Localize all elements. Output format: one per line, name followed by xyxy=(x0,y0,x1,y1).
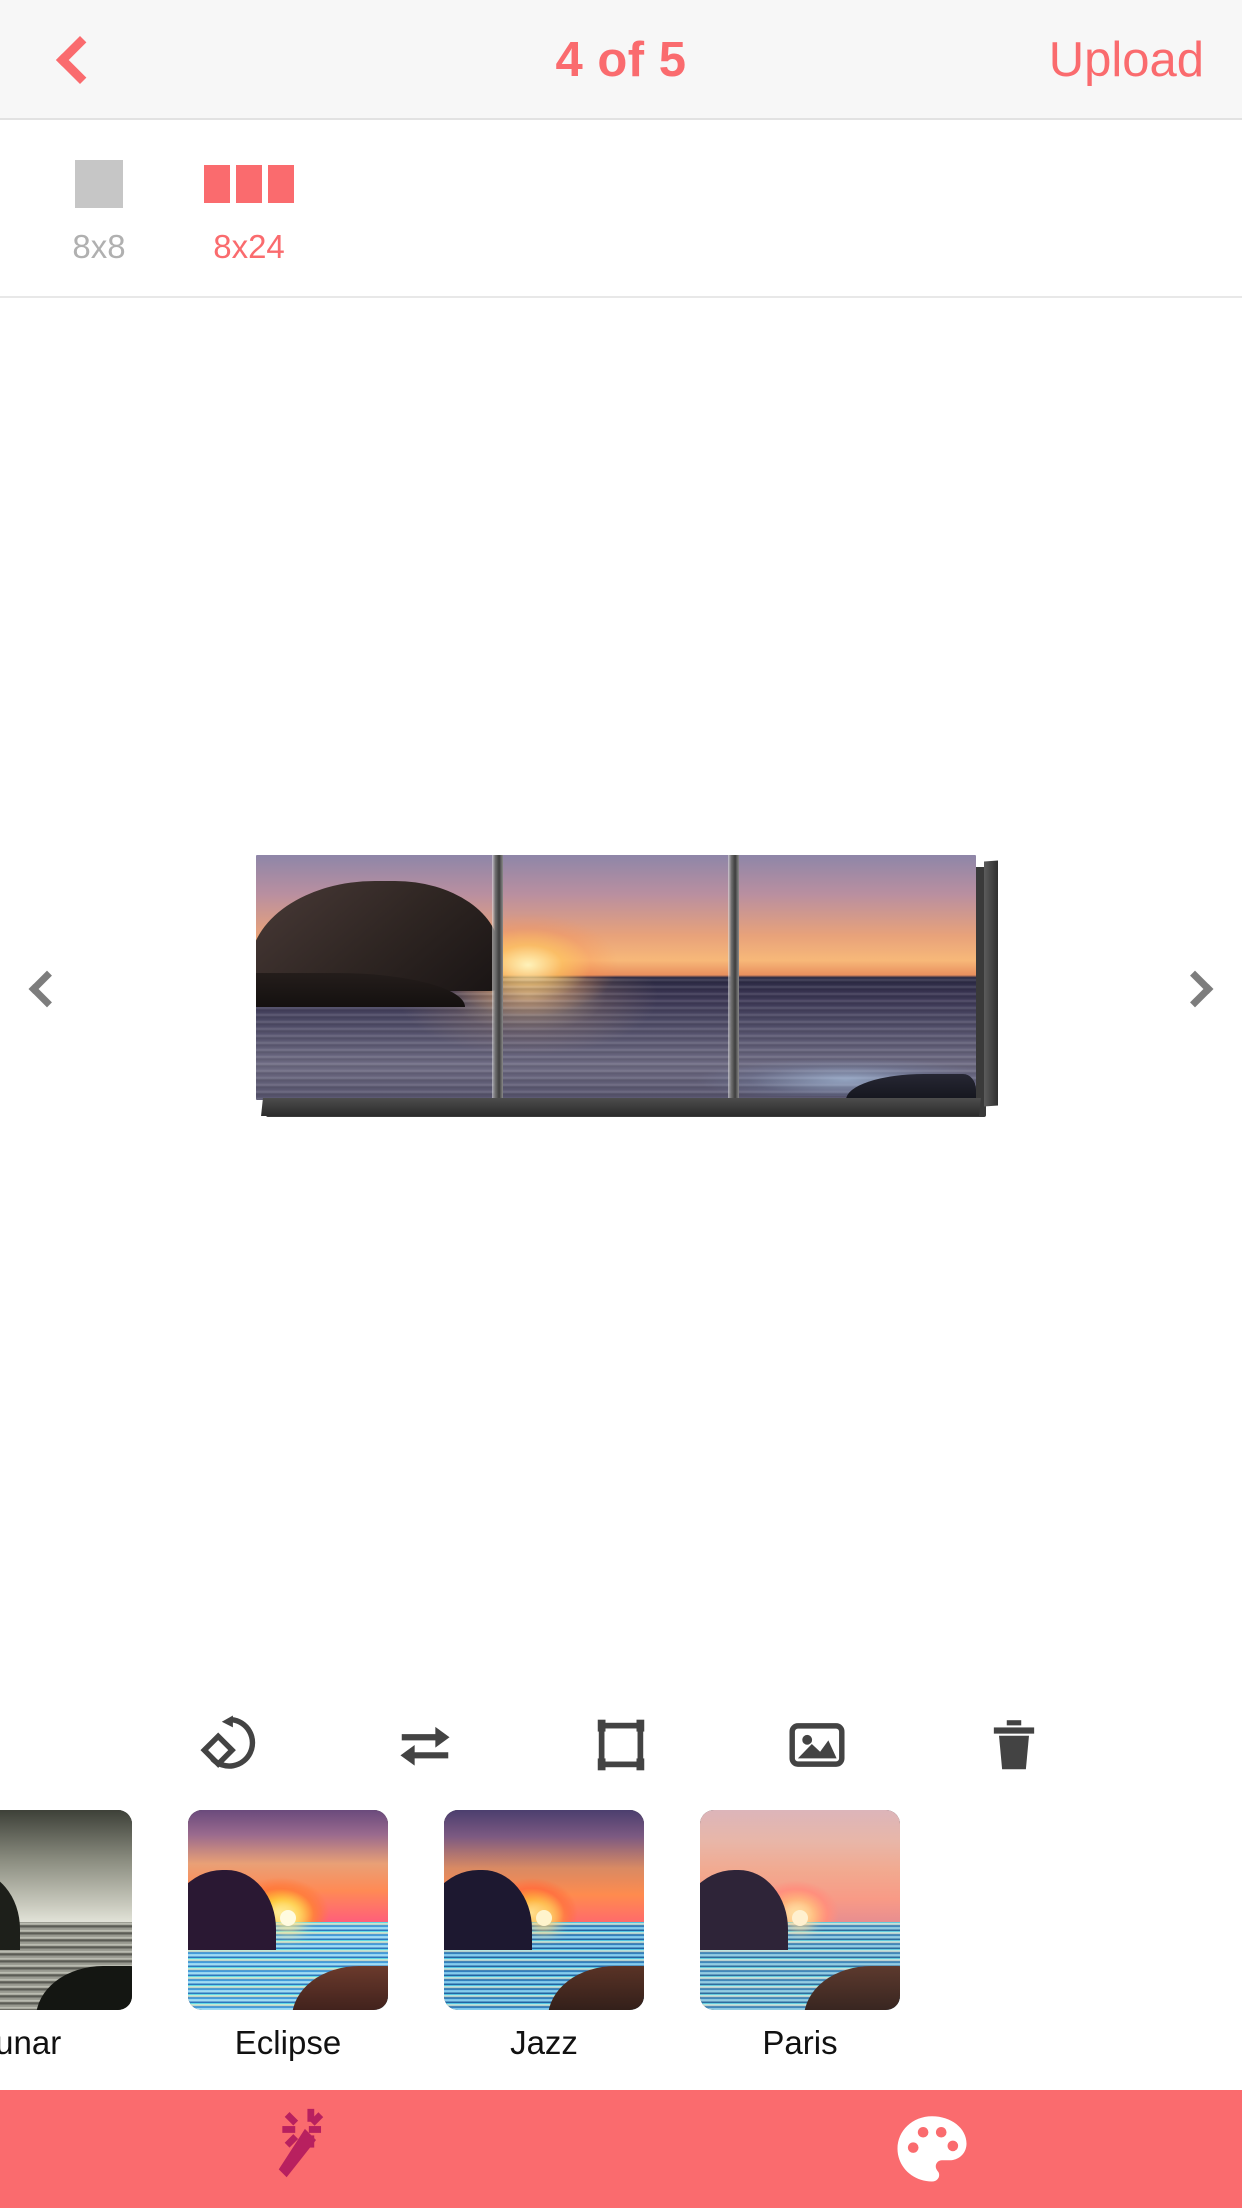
filter-thumbnail xyxy=(188,1810,388,2010)
crop-icon xyxy=(597,1719,645,1771)
panel-tile xyxy=(236,165,262,203)
filter-item-paris[interactable]: Paris xyxy=(700,1810,900,2062)
size-option-label: 8x24 xyxy=(213,228,285,265)
chevron-right-icon xyxy=(1176,970,1214,1008)
rotate-button[interactable] xyxy=(180,1697,276,1793)
filter-label: Lunar xyxy=(0,2024,62,2061)
filter-label: Eclipse xyxy=(234,2024,342,2061)
thumb-sun xyxy=(24,1910,40,1926)
upload-button[interactable]: Upload xyxy=(1049,0,1204,120)
filter-thumbnail xyxy=(0,1810,132,2010)
thumb-sun xyxy=(536,1910,552,1926)
panel-tile xyxy=(204,165,230,203)
canvas-bottom-edge xyxy=(261,1098,981,1116)
crop-button[interactable] xyxy=(573,1697,669,1793)
replace-image-icon xyxy=(789,1723,845,1767)
triptych-panel-glyph xyxy=(204,158,294,210)
bottom-action-bar xyxy=(0,2090,1242,2208)
auto-enhance-button[interactable] xyxy=(0,2106,621,2192)
rotate-icon xyxy=(200,1715,256,1769)
size-option-label: 8x8 xyxy=(72,228,126,265)
thumb-sun xyxy=(280,1910,296,1926)
filter-label: Paris xyxy=(762,2024,838,2061)
filter-strip[interactable]: Lunar Eclipse Jazz xyxy=(0,1810,1242,2090)
panel-tile xyxy=(75,160,123,208)
prev-image-button[interactable] xyxy=(8,954,78,1024)
size-option-8x8[interactable]: 8x8 xyxy=(24,158,174,266)
filter-item-jazz[interactable]: Jazz xyxy=(444,1810,644,2062)
canvas-artwork xyxy=(256,855,976,1100)
delete-icon xyxy=(993,1720,1034,1770)
single-panel-glyph xyxy=(75,158,123,210)
filter-label: Jazz xyxy=(510,2024,578,2061)
flip-button[interactable] xyxy=(377,1697,473,1793)
size-option-8x24[interactable]: 8x24 xyxy=(174,158,324,266)
filter-thumbnail xyxy=(700,1810,900,2010)
size-selector: 8x8 8x24 xyxy=(0,120,1242,298)
magic-wand-icon xyxy=(278,2108,323,2178)
edit-toolbar xyxy=(0,1680,1242,1810)
color-palette-button[interactable] xyxy=(621,2108,1242,2190)
delete-button[interactable] xyxy=(966,1697,1062,1793)
app-header: 4 of 5 Upload xyxy=(0,0,1242,120)
app-screen: 4 of 5 Upload 8x8 8x24 unar Eclipse Jazz… xyxy=(0,0,1242,2208)
replace-image-button[interactable] xyxy=(769,1697,865,1793)
next-image-button[interactable] xyxy=(1164,954,1234,1024)
chevron-left-icon xyxy=(28,970,66,1008)
filter-item-lunar[interactable]: Lunar xyxy=(0,1810,132,2062)
thumb-sun xyxy=(792,1910,808,1926)
palette-icon xyxy=(896,2116,967,2182)
canvas-side-edge xyxy=(984,860,998,1107)
thumb-sky xyxy=(0,1810,132,1922)
filter-thumbnail xyxy=(444,1810,644,2010)
flip-icon xyxy=(400,1726,450,1766)
panel-tile xyxy=(268,165,294,203)
canvas-preview[interactable] xyxy=(256,855,998,1117)
panel-divider xyxy=(492,855,503,1100)
filter-item-eclipse[interactable]: Eclipse xyxy=(188,1810,388,2062)
panel-divider xyxy=(728,855,739,1100)
canvas-preview-stage xyxy=(0,298,1242,1680)
